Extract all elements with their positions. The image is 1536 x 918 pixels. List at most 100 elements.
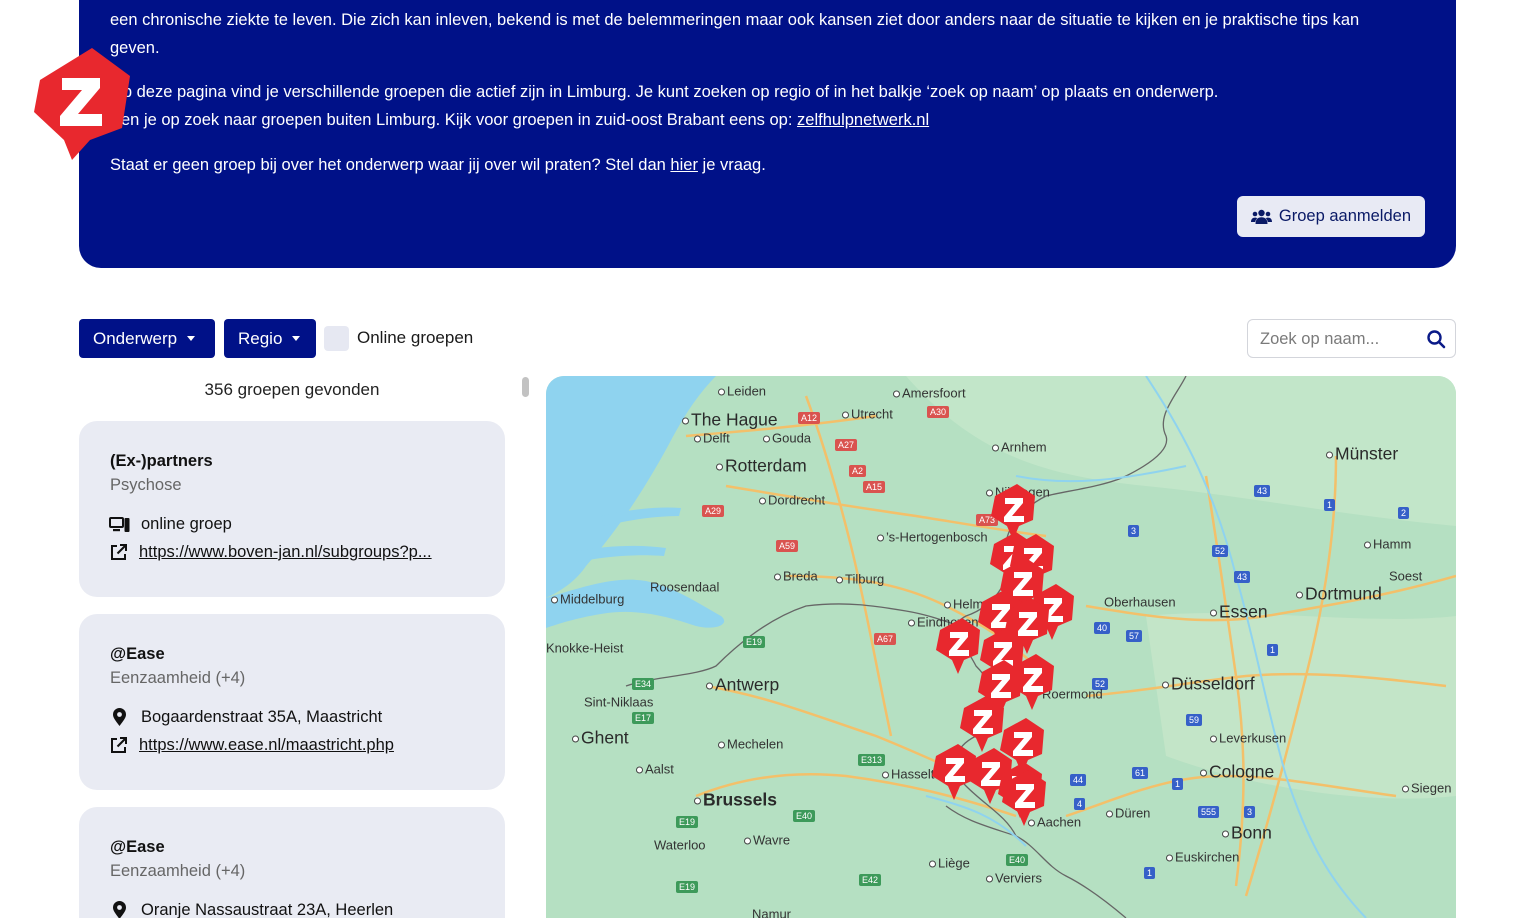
map-city-label: Düren [1106,806,1150,821]
group-location-row: Bogaardenstraat 35A, Maastricht [109,708,382,727]
map-city-label: Amersfoort [893,386,966,401]
road-shield: A2 [849,465,867,477]
map-city-label: Leverkusen [1210,731,1286,746]
map-city-label: Siegen [1402,781,1451,796]
road-shield: 1 [1144,867,1156,879]
road-shield: E19 [743,636,766,648]
online-groepen-checkbox[interactable] [324,326,349,351]
road-shield: 4 [1074,798,1086,810]
road-shield: 1 [1172,778,1184,790]
group-location-row: online groep [109,515,232,534]
map-city-label: Ghent [572,728,629,749]
external-link-icon [111,737,127,753]
road-shield: E19 [676,816,699,828]
regio-label: Regio [238,328,283,348]
map-city-label: Arnhem [992,440,1047,455]
results-scrollbar[interactable] [521,376,529,918]
group-card[interactable]: @Ease Eenzaamheid (+4) Oranje Nassaustra… [79,807,505,918]
search-container [1247,319,1456,358]
group-card[interactable]: (Ex-)partners Psychose online groep http… [79,421,505,597]
zoek-op-naam-input[interactable] [1260,328,1420,350]
group-subject: Eenzaamheid (+4) [110,862,246,880]
groep-aanmelden-button[interactable]: Groep aanmelden [1236,196,1425,237]
group-title: @Ease [110,645,165,663]
road-shield: 555 [1198,806,1220,818]
road-shield: 40 [1094,622,1111,634]
users-icon [1250,209,1272,224]
online-groepen-label[interactable]: Online groepen [357,328,473,348]
road-shield: 2 [1398,507,1410,519]
road-shield: 57 [1126,630,1143,642]
map-city-label: Delft [694,431,730,446]
road-shield: A30 [927,406,950,418]
road-shield: E17 [632,712,655,724]
map-city-label: Liège [929,856,970,871]
computer-icon [109,516,130,532]
map-city-label: Waterloo [654,837,706,853]
road-shield: A27 [835,439,858,451]
road-shield: A29 [702,505,725,517]
caret-down-icon [187,336,196,341]
zelfhulpnetwerk-link[interactable]: zelfhulpnetwerk.nl [797,111,929,129]
external-link-icon [111,544,127,560]
location-pin-icon [113,708,126,726]
map-city-label: Wavre [744,833,790,848]
road-shield: E34 [632,678,655,690]
group-title: (Ex-)partners [110,452,213,470]
group-location-text: Bogaardenstraat 35A, Maastricht [141,708,383,726]
location-pin-icon [113,901,126,918]
group-subject: Eenzaamheid (+4) [110,669,246,687]
group-website-link[interactable]: https://www.boven-jan.nl/subgroups?p... [139,543,432,562]
road-shield: 59 [1186,714,1203,726]
map-city-label: Aalst [636,762,674,777]
map-city-label: Dortmund [1296,584,1382,605]
map-city-label: Hasselt [882,767,934,782]
group-title: @Ease [110,838,165,856]
map-city-label: Leiden [718,384,766,399]
map-city-label: Bonn [1222,823,1272,844]
road-shield: E40 [1006,854,1029,866]
map-city-label: Soest [1389,568,1423,584]
road-shield: E40 [793,810,816,822]
map-city-label: Roosendaal [650,579,720,595]
results-scrollbar-thumb[interactable] [522,377,529,397]
group-link-row: https://www.ease.nl/maastricht.php [109,736,394,755]
intro-banner: een chronische ziekte te leven. Die zich… [79,0,1456,268]
map-city-label: Tilburg [836,572,884,587]
map-city-label: Gouda [763,431,811,446]
group-website-link[interactable]: https://www.ease.nl/maastricht.php [139,736,394,755]
map-city-label: ’s-Hertogenbosch [877,530,988,545]
intro-paragraph-1: een chronische ziekte te leven. Die zich… [110,11,1360,57]
zelfhulp-logo-icon[interactable] [30,42,134,160]
map-city-label: Breda [774,569,818,584]
road-shield: 44 [1070,774,1087,786]
map-city-label: Antwerp [706,675,779,696]
road-shield: 1 [1324,499,1336,511]
road-shield: A59 [776,540,799,552]
search-icon[interactable] [1426,329,1446,349]
onderwerp-dropdown[interactable]: Onderwerp [79,319,215,358]
map-city-label: Middelburg [551,592,624,607]
regio-dropdown[interactable]: Regio [224,319,316,358]
group-subject: Psychose [110,476,182,494]
road-shield: A15 [863,481,886,493]
map-city-label: Knokke-Heist [546,640,624,656]
road-shield: 43 [1234,571,1251,583]
road-shield: A12 [798,412,821,424]
road-shield: 3 [1244,806,1256,818]
map-city-label: Namur [752,906,792,918]
hier-link[interactable]: hier [670,156,698,174]
map-city-label: Cologne [1200,762,1274,783]
map-city-label: Hamm [1364,537,1411,552]
road-shield: E19 [676,881,699,893]
caret-down-icon [292,336,301,341]
map-marker-icon[interactable] [998,768,1052,828]
map-city-label: Essen [1210,602,1268,623]
groups-map[interactable]: A12 A30 A27 A2 A15 A29 A73 A59 A67 E19 E… [546,376,1456,918]
map-city-label: Verviers [986,871,1042,886]
group-card[interactable]: @Ease Eenzaamheid (+4) Bogaardenstraat 3… [79,614,505,790]
road-shield: 61 [1132,767,1149,779]
map-city-label: Dordrecht [759,493,825,508]
group-location-text: Oranje Nassaustraat 23A, Heerlen [141,901,394,918]
group-location-row: Oranje Nassaustraat 23A, Heerlen [109,901,393,918]
